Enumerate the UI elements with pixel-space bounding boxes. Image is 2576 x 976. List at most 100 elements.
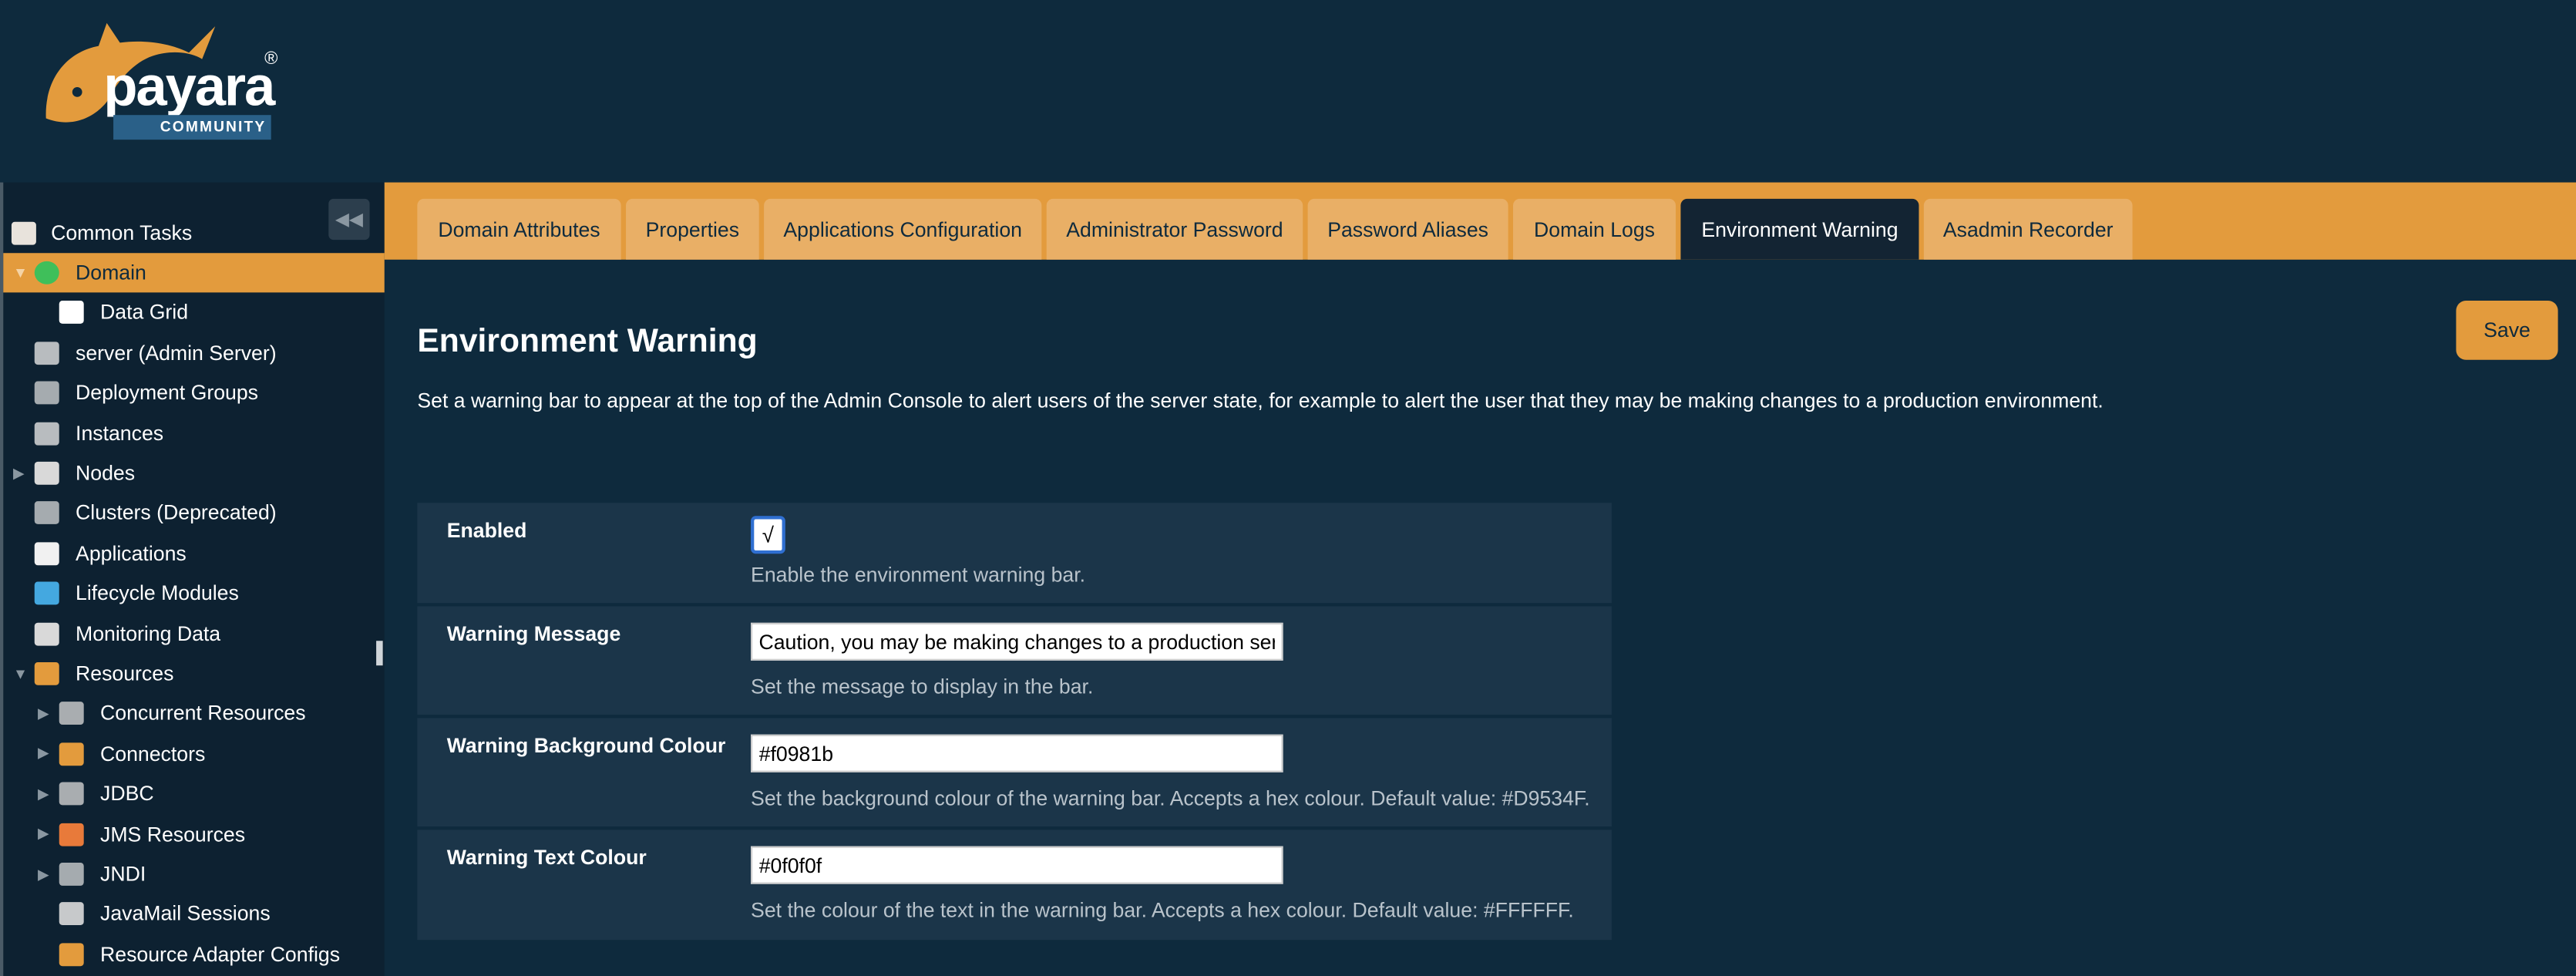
exchange-arrows-icon (59, 822, 84, 846)
sidebar-item-label: Monitoring Data (76, 621, 221, 645)
sidebar-item-concurrent-resources[interactable]: ▶ Concurrent Resources (3, 694, 384, 733)
tab-password-aliases[interactable]: Password Aliases (1307, 198, 1508, 260)
sidebar-item-data-grid[interactable]: Data Grid (3, 293, 384, 332)
sidebar-item-label: Instances (76, 421, 164, 445)
payara-logo[interactable]: payara ® COMMUNITY (41, 16, 288, 148)
sidebar-item-label: Domain (76, 261, 146, 284)
warning-message-input[interactable] (751, 622, 1283, 661)
lifecycle-icon (34, 581, 59, 605)
sidebar-nav: Common Tasks ▼ Domain Data Grid server (Admi… (0, 182, 385, 976)
sidebar-item-label: Resource Adapter Configs (100, 942, 341, 966)
calendar-icon (11, 221, 36, 245)
sidebar-item-resource-adapter-configs[interactable]: Resource Adapter Configs (3, 934, 384, 974)
sidebar-item-monitoring-data[interactable]: Monitoring Data (3, 614, 384, 653)
tab-applications-configuration[interactable]: Applications Configuration (764, 198, 1042, 260)
tab-bar: Domain Attributes Properties Applications … (384, 182, 2576, 260)
tab-environment-warning[interactable]: Environment Warning (1680, 198, 1919, 260)
sidebar-item-label: server (Admin Server) (76, 341, 277, 365)
warning-text-colour-row: Warning Text Colour Set the colour of th… (417, 830, 1612, 941)
globe-icon (34, 261, 59, 284)
monitor-icon (34, 461, 59, 485)
puzzle-icon (59, 742, 84, 766)
warning-message-help: Set the message to display in the bar. (751, 675, 1094, 698)
expanded-triangle-icon[interactable]: ▼ (13, 665, 28, 682)
sidebar-item-server-admin-server[interactable]: server (Admin Server) (3, 333, 384, 372)
applications-icon (34, 541, 59, 565)
sidebar-item-label: JavaMail Sessions (100, 902, 271, 926)
logo-brand: payara (103, 56, 275, 119)
sidebar-item-label: JNDI (100, 862, 146, 886)
sidebar-item-label: Lifecycle Modules (76, 581, 239, 605)
warning-background-label: Warning Background Colour (446, 734, 726, 758)
database-icon (59, 702, 84, 725)
sidebar-item-jms-resources[interactable]: ▶ JMS Resources (3, 814, 384, 853)
sidebar-item-label: Connectors (100, 742, 206, 766)
database-icon (59, 782, 84, 806)
collapsed-triangle-icon[interactable]: ▶ (13, 464, 25, 482)
page-description: Set a warning bar to appear at the top o… (417, 389, 2104, 412)
warning-text-colour-input[interactable] (751, 846, 1283, 884)
sidebar-item-clusters-deprecated[interactable]: Clusters (Deprecated) (3, 493, 384, 533)
warning-text-colour-label: Warning Text Colour (446, 846, 647, 870)
sidebar-resize-handle[interactable] (376, 641, 383, 666)
warning-message-label: Warning Message (446, 622, 621, 646)
monitor-icon (34, 621, 59, 645)
sidebar-item-instances[interactable]: Instances (3, 413, 384, 453)
server-icon (34, 421, 59, 445)
warning-text-colour-help: Set the colour of the text in the warnin… (751, 898, 1574, 922)
collapsed-triangle-icon[interactable]: ▶ (38, 865, 49, 883)
sidebar-item-label: Common Tasks (51, 221, 193, 245)
page-title: Environment Warning (417, 323, 758, 360)
sidebar-item-javamail-sessions[interactable]: JavaMail Sessions (3, 894, 384, 934)
sidebar-item-label: Resources (76, 661, 174, 685)
sidebar-item-connectors[interactable]: ▶ Connectors (3, 734, 384, 773)
collapsed-triangle-icon[interactable]: ▶ (38, 825, 49, 843)
sidebar-item-label: Deployment Groups (76, 381, 258, 405)
enabled-label: Enabled (446, 519, 527, 543)
sidebar-item-nodes[interactable]: ▶ Nodes (3, 453, 384, 493)
network-icon (34, 381, 59, 405)
sidebar-item-jndi[interactable]: ▶ JNDI (3, 854, 384, 894)
tab-domain-logs[interactable]: Domain Logs (1513, 198, 1676, 260)
sidebar-item-label: JMS Resources (100, 822, 246, 846)
server-icon (34, 341, 59, 365)
sidebar-item-label: Data Grid (100, 301, 189, 325)
collapsed-triangle-icon[interactable]: ▶ (38, 785, 49, 803)
expanded-triangle-icon[interactable]: ▼ (13, 264, 28, 281)
sidebar-item-common-tasks[interactable]: Common Tasks (3, 214, 384, 253)
warning-background-input[interactable] (751, 734, 1283, 772)
tab-administrator-password[interactable]: Administrator Password (1046, 198, 1303, 260)
tab-asadmin-recorder[interactable]: Asadmin Recorder (1923, 198, 2133, 260)
warning-message-row: Warning Message Set the message to displ… (417, 606, 1612, 715)
sidebar-item-deployment-groups[interactable]: Deployment Groups (3, 373, 384, 412)
sidebar-item-jdbc[interactable]: ▶ JDBC (3, 774, 384, 813)
tab-domain-attributes[interactable]: Domain Attributes (417, 198, 621, 260)
warning-background-help: Set the background colour of the warning… (751, 786, 1590, 810)
header: payara ® COMMUNITY (0, 0, 2576, 183)
sidebar-item-label: Nodes (76, 461, 136, 485)
network-icon (34, 501, 59, 525)
tab-properties[interactable]: Properties (626, 198, 759, 260)
logo-registered: ® (264, 49, 278, 69)
sidebar-item-label: Concurrent Resources (100, 702, 306, 725)
sidebar-item-domain[interactable]: ▼ Domain (3, 253, 385, 293)
sidebar-item-resources[interactable]: ▼ Resources (3, 654, 384, 693)
envelope-icon (59, 902, 84, 926)
data-grid-icon (59, 301, 84, 325)
enabled-help: Enable the environment warning bar. (751, 564, 1086, 587)
puzzle-icon (59, 942, 84, 966)
collapsed-triangle-icon[interactable]: ▶ (38, 705, 49, 722)
warning-background-row: Warning Background Colour Set the backgr… (417, 718, 1612, 827)
collapse-sidebar-button[interactable]: ◀◀ (328, 198, 370, 241)
enabled-checkbox[interactable]: √ (751, 516, 785, 554)
enabled-row: Enabled √ Enable the environment warning… (417, 503, 1612, 604)
logo-edition: COMMUNITY (113, 115, 271, 140)
sidebar-item-label: Clusters (Deprecated) (76, 501, 277, 525)
collapsed-triangle-icon[interactable]: ▶ (38, 745, 49, 762)
sidebar-item-applications[interactable]: Applications (3, 533, 384, 573)
sidebar-item-lifecycle-modules[interactable]: Lifecycle Modules (3, 574, 384, 613)
save-button[interactable]: Save (2456, 301, 2558, 360)
filter-icon (59, 862, 84, 886)
box-icon (34, 661, 59, 685)
sidebar-item-label: Applications (76, 541, 187, 565)
